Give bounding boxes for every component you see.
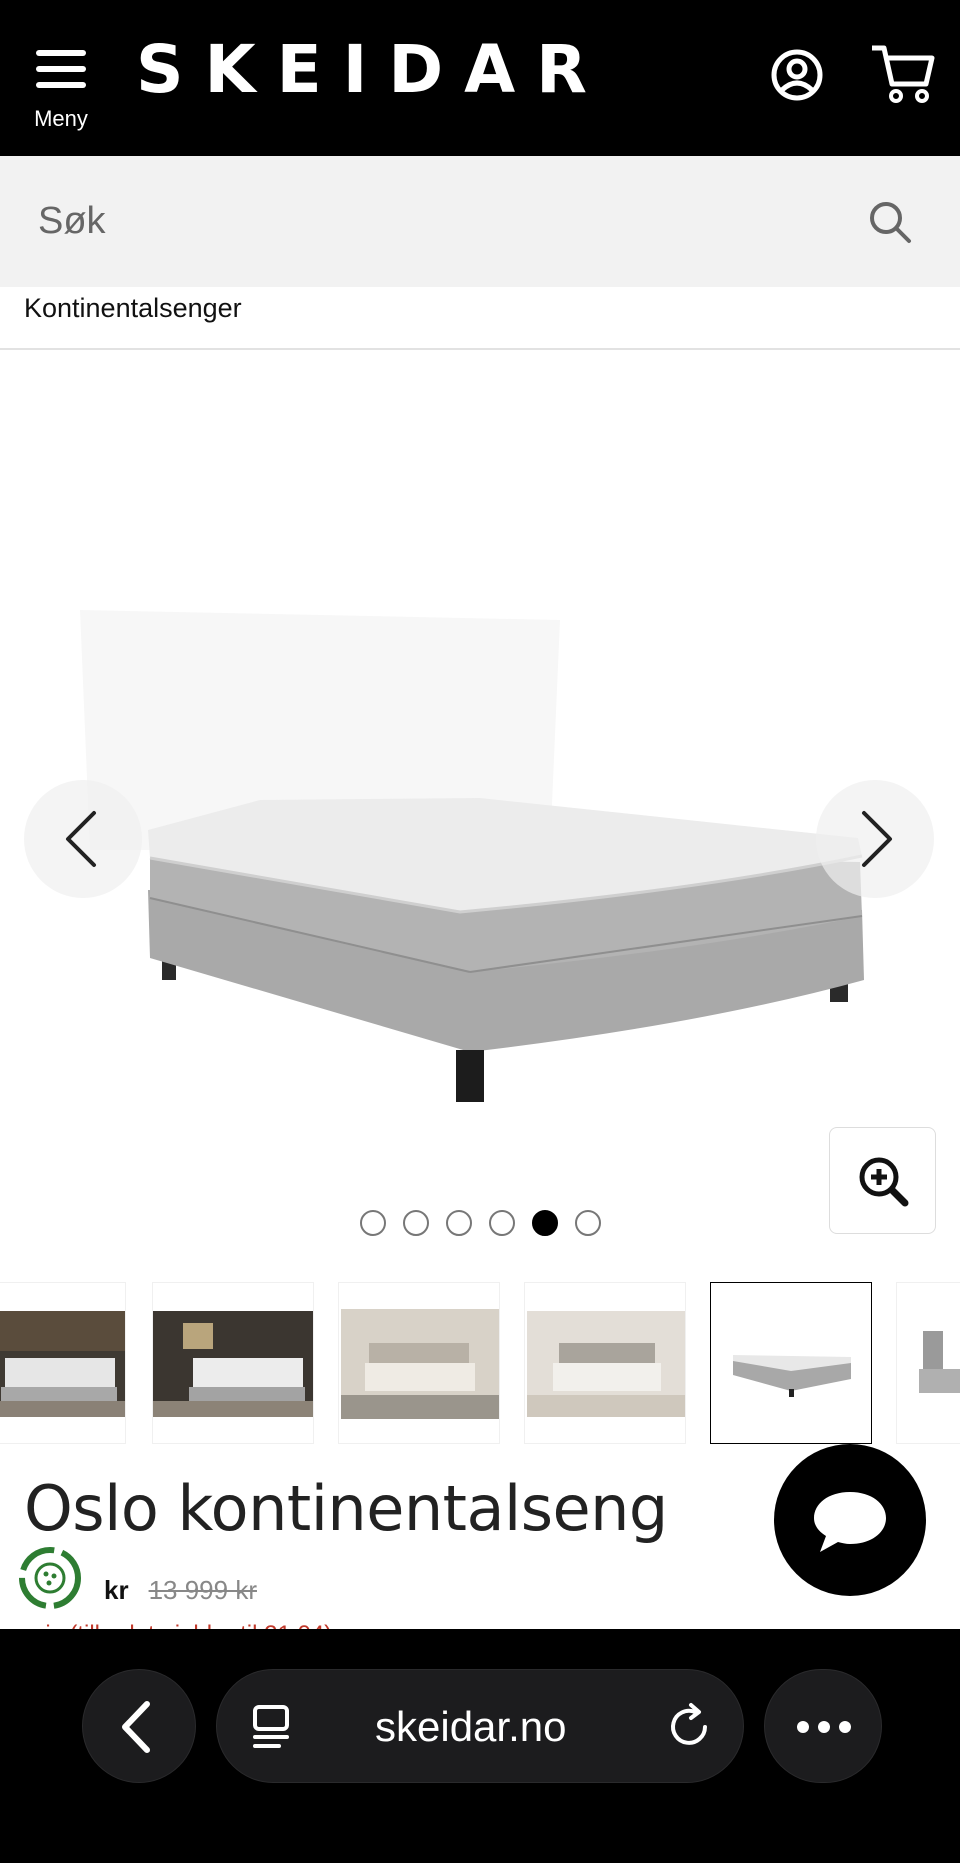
more-dots-icon	[797, 1721, 851, 1733]
thumbnail-image	[0, 1311, 125, 1417]
chat-bubble-icon	[814, 1492, 886, 1552]
gallery-dot[interactable]	[403, 1210, 429, 1236]
thumbnail-bedroom-dark-1[interactable]	[0, 1282, 126, 1444]
zoom-button[interactable]	[829, 1127, 936, 1234]
sustainability-icon[interactable]	[16, 1544, 84, 1612]
cart-icon	[872, 45, 935, 103]
back-arrow-icon	[122, 1701, 150, 1753]
gallery-dot[interactable]	[446, 1210, 472, 1236]
thumbnail-bed-product[interactable]	[710, 1282, 872, 1444]
thumbnail-image	[527, 1311, 685, 1417]
thumbnail-image	[733, 1355, 851, 1397]
account-button[interactable]	[762, 40, 832, 110]
gallery-dots	[360, 1210, 601, 1236]
gallery-dot[interactable]	[360, 1210, 386, 1236]
thumbnail-bedroom-light-2[interactable]	[524, 1282, 686, 1444]
product-title: Oslo kontinentalseng	[24, 1472, 668, 1545]
gallery-dot-active[interactable]	[532, 1210, 558, 1236]
hamburger-icon-bar	[36, 82, 86, 88]
product-gallery[interactable]	[0, 350, 960, 1280]
search-input[interactable]	[38, 186, 838, 256]
gallery-dot[interactable]	[575, 1210, 601, 1236]
hamburger-icon	[36, 50, 86, 56]
chevron-right-icon	[862, 811, 892, 867]
reload-icon[interactable]	[661, 1697, 721, 1757]
price-row: kr 13 999 kr	[104, 1575, 257, 1607]
search-bar	[0, 156, 960, 287]
gallery-next-button[interactable]	[816, 780, 934, 898]
breadcrumb: Kontinentalsenger	[0, 287, 960, 350]
browser-address-bar[interactable]: skeidar.no	[216, 1669, 744, 1783]
browser-toolbar: skeidar.no	[0, 1629, 960, 1863]
account-icon	[771, 49, 823, 101]
price-current: kr	[104, 1575, 129, 1605]
thumbnail-bedroom-light-1[interactable]	[338, 1282, 500, 1444]
menu-button[interactable]: Meny	[28, 44, 94, 134]
price-original: 13 999 kr	[148, 1575, 257, 1605]
chevron-left-icon	[66, 811, 96, 867]
browser-back-button[interactable]	[82, 1669, 196, 1783]
cart-button[interactable]	[868, 40, 938, 110]
thumbnail-bedroom-dark-2[interactable]	[152, 1282, 314, 1444]
browser-more-button[interactable]	[764, 1669, 882, 1783]
chat-button[interactable]	[774, 1444, 926, 1596]
search-icon[interactable]	[866, 198, 916, 248]
zoom-in-icon	[859, 1157, 909, 1207]
hamburger-icon-bar	[36, 66, 86, 72]
site-logo[interactable]: SKEIDAR	[136, 30, 608, 110]
gallery-dot[interactable]	[489, 1210, 515, 1236]
browser-url[interactable]: skeidar.no	[375, 1703, 566, 1751]
thumbnail-bed-detail[interactable]	[896, 1282, 960, 1444]
site-header: Meny SKEIDAR	[0, 0, 960, 156]
thumbnail-image	[919, 1331, 960, 1393]
thumbnail-image	[153, 1311, 313, 1417]
thumbnail-strip	[0, 1282, 960, 1444]
gallery-prev-button[interactable]	[24, 780, 142, 898]
breadcrumb-item-kontinentalsenger[interactable]: Kontinentalsenger	[24, 293, 242, 324]
menu-label: Meny	[34, 106, 88, 131]
thumbnail-image	[341, 1309, 499, 1419]
tabs-icon[interactable]	[245, 1697, 305, 1757]
